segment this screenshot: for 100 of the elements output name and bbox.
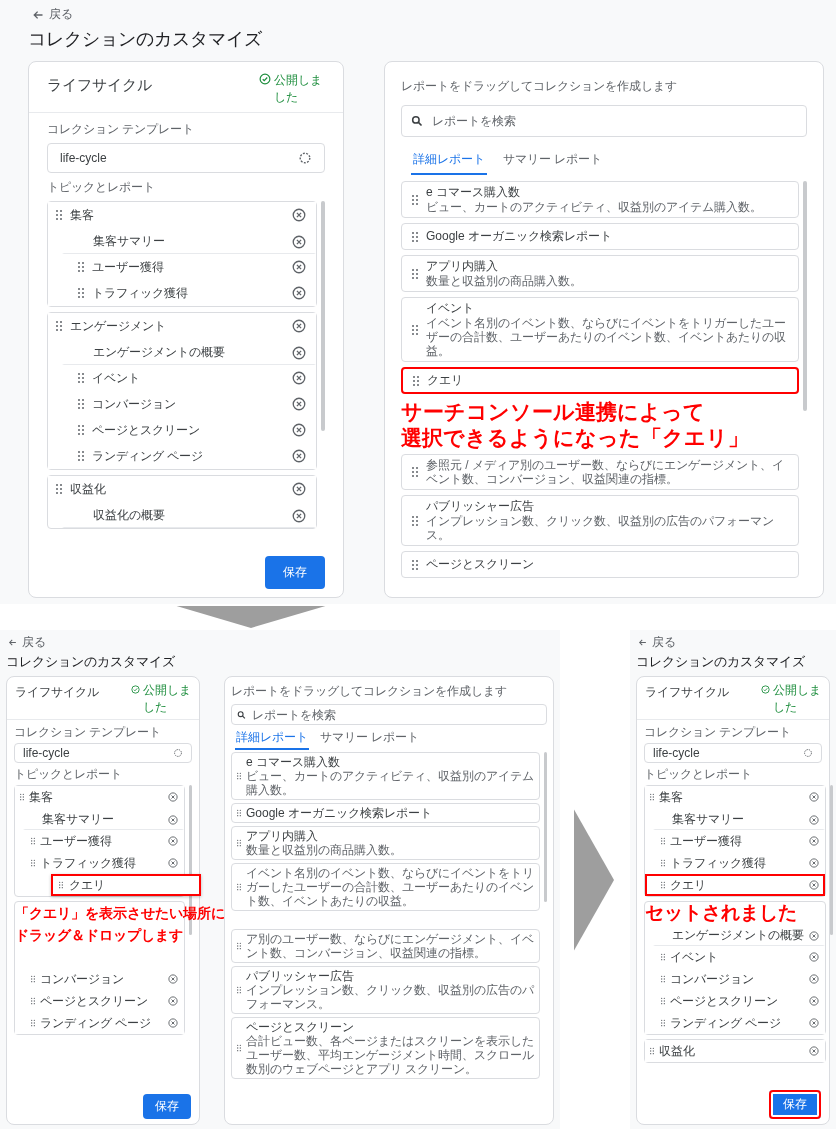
remove-icon — [809, 792, 819, 802]
field-label: トピックとレポート — [644, 766, 753, 783]
search-field[interactable]: レポートを検索 — [231, 704, 547, 725]
row-label: クエリ — [69, 876, 105, 894]
row-label: 収益化 — [70, 480, 107, 498]
page-title: コレクションのカスタマイズ — [28, 28, 263, 51]
drag-handle-icon — [661, 997, 665, 1005]
row-label: クエリ — [670, 876, 707, 894]
remove-icon — [809, 974, 819, 984]
report-card[interactable]: イベント名別のイベント数、ならびにイベントをトリガーしたユーザーの合計数、ユーザーあたりのイベント数、イベントあたりの収益。 — [231, 863, 540, 911]
collection-name: ライフサイクル — [47, 76, 152, 95]
row-label: トラフィック獲得 — [40, 854, 137, 872]
tab[interactable]: 詳細レポート — [235, 728, 309, 750]
drag-handle-icon — [31, 997, 35, 1005]
instruction-text: レポートをドラッグしてコレクションを作成します — [401, 78, 678, 95]
drag-handle-icon — [31, 975, 35, 983]
status-label: 公開しました — [274, 72, 323, 106]
scrollbar[interactable] — [830, 785, 833, 935]
report-description: ビュー、カートのアクティビティ、収益別のアイテム購入数。 — [246, 769, 534, 797]
status-label: 公開しました — [773, 682, 821, 716]
drag-handle-icon — [237, 986, 241, 994]
topic-row[interactable]: クエリ — [645, 874, 825, 896]
scrollbar[interactable] — [321, 201, 325, 431]
scrollbar[interactable] — [544, 752, 547, 902]
remove-icon — [809, 952, 819, 962]
row-label: イベント — [670, 948, 719, 966]
scrollbar[interactable] — [803, 181, 807, 411]
check-circle-icon — [259, 73, 271, 85]
spinner-icon — [298, 151, 312, 165]
report-card[interactable]: パブリッシャー広告 インプレッション数、クリック数、収益別の広告のパフォーマンス。 — [231, 966, 540, 1014]
drag-handle-icon — [31, 837, 35, 845]
annotation-text: 選択できるようになった「クエリ」 — [401, 425, 749, 451]
template-field[interactable]: life-cycle — [644, 743, 822, 763]
annotation-text: セットされました — [645, 902, 797, 924]
back-link[interactable]: 戻る — [8, 634, 46, 651]
collection-name: ライフサイクル — [15, 684, 99, 701]
row-label: ランディング ページ — [92, 447, 205, 465]
topic-row[interactable]: 収益化 — [645, 1040, 825, 1062]
remove-icon — [292, 371, 306, 385]
tab[interactable]: サマリー レポート — [319, 728, 421, 750]
report-card[interactable]: e コマース購入数 ビュー、カートのアクティビティ、収益別のアイテム購入数。 — [231, 752, 540, 800]
report-card[interactable]: Google オーガニック検索レポート — [231, 803, 540, 823]
report-card[interactable]: イベント イベント名別のイベント数、ならびにイベントをトリガーしたユーザーの合計数、ユーザーあたりのイベント数、イベントあたりの収益。 — [401, 297, 799, 362]
back-link[interactable]: 戻る — [638, 634, 676, 651]
row-label: ユーザー獲得 — [40, 832, 113, 850]
row-label: ユーザー獲得 — [92, 258, 165, 276]
tab[interactable]: 詳細レポート — [411, 147, 487, 175]
drag-handle-icon — [237, 883, 241, 891]
report-card[interactable]: Google オーガニック検索レポート — [401, 223, 799, 250]
remove-icon — [292, 423, 306, 437]
drag-handle-icon — [56, 484, 62, 494]
remove-icon — [809, 1018, 819, 1028]
drag-handle-icon — [412, 559, 418, 570]
drag-handle-icon — [412, 467, 418, 477]
report-card[interactable]: 参照元 / メディア別のユーザー数、ならびにエンゲージメント、イベント数、コンバージョン、収益関連の指標。 — [401, 454, 799, 490]
report-card[interactable]: ページとスクリーン — [401, 551, 799, 578]
report-card[interactable]: ページとスクリーン 合計ビュー数、各ページまたはスクリーンを表示したユーザー数、平均エンゲージメント時間、スクロール数別のウェブページとアプリ スクリーン。 — [231, 1017, 540, 1079]
row-label: ページとスクリーン — [670, 992, 779, 1010]
drag-handle-icon — [650, 793, 654, 801]
drag-handle-icon — [237, 1044, 241, 1052]
remove-icon — [809, 836, 819, 846]
instruction-text: レポートをドラッグしてコレクションを作成します — [231, 683, 508, 700]
report-card[interactable]: クエリ — [401, 367, 799, 394]
remove-icon — [292, 508, 306, 523]
save-button[interactable]: 保存 — [769, 1090, 821, 1119]
row-label: 集客サマリー — [672, 811, 745, 828]
row-label: エンゲージメントの概要 — [93, 344, 226, 361]
report-card[interactable]: パブリッシャー広告 インプレッション数、クリック数、収益別の広告のパフォーマンス。 — [401, 495, 799, 546]
back-link[interactable]: 戻る — [32, 6, 73, 23]
template-field[interactable]: life-cycle — [14, 743, 192, 763]
template-field[interactable]: life-cycle — [47, 143, 325, 173]
tab[interactable]: サマリー レポート — [501, 147, 605, 175]
search-field[interactable]: レポートを検索 — [401, 105, 807, 137]
drag-handle-icon — [237, 839, 241, 847]
report-description: イベント名別のイベント数、ならびにイベントをトリガーしたユーザーの合計数、ユーザーあたりのイベント数、イベントあたりの収益。 — [426, 316, 787, 358]
report-card[interactable]: e コマース購入数 ビュー、カートのアクティビティ、収益別のアイテム購入数。 — [401, 181, 799, 218]
drag-handle-icon — [237, 772, 241, 780]
drag-handle-icon — [412, 231, 418, 242]
drag-handle-icon — [412, 268, 418, 279]
remove-icon — [809, 1046, 819, 1056]
report-card[interactable]: アプリ内購入 数量と収益別の商品購入数。 — [231, 826, 540, 860]
drag-handle-icon — [237, 809, 241, 817]
report-card[interactable]: アプリ内購入 数量と収益別の商品購入数。 — [401, 255, 799, 292]
field-label: コレクション テンプレート — [644, 724, 793, 741]
report-title: Google オーガニック検索レポート — [426, 229, 613, 244]
drag-handle-icon — [661, 1019, 665, 1027]
row-label: 収益化の概要 — [93, 507, 166, 524]
field-label: コレクション テンプレート — [14, 724, 163, 741]
dragged-row-card[interactable]: クエリ — [51, 874, 201, 896]
annotation-text: サーチコンソール連携によって — [401, 399, 705, 425]
report-title: e コマース購入数 — [246, 755, 341, 769]
save-button[interactable]: 保存 — [265, 556, 325, 589]
report-description: インプレッション数、クリック数、収益別の広告のパフォーマンス。 — [246, 983, 534, 1011]
back-arrow-icon — [638, 638, 647, 647]
drag-handle-icon — [59, 881, 63, 889]
report-card[interactable]: ア別のユーザー数、ならびにエンゲージメント、イベント数、コンバージョン、収益関連の指標。 — [231, 929, 540, 963]
report-title: パブリッシャー広告 — [426, 499, 535, 514]
report-title: クエリ — [427, 373, 463, 388]
row-label: イベント — [92, 369, 141, 387]
save-button[interactable]: 保存 — [143, 1094, 191, 1119]
